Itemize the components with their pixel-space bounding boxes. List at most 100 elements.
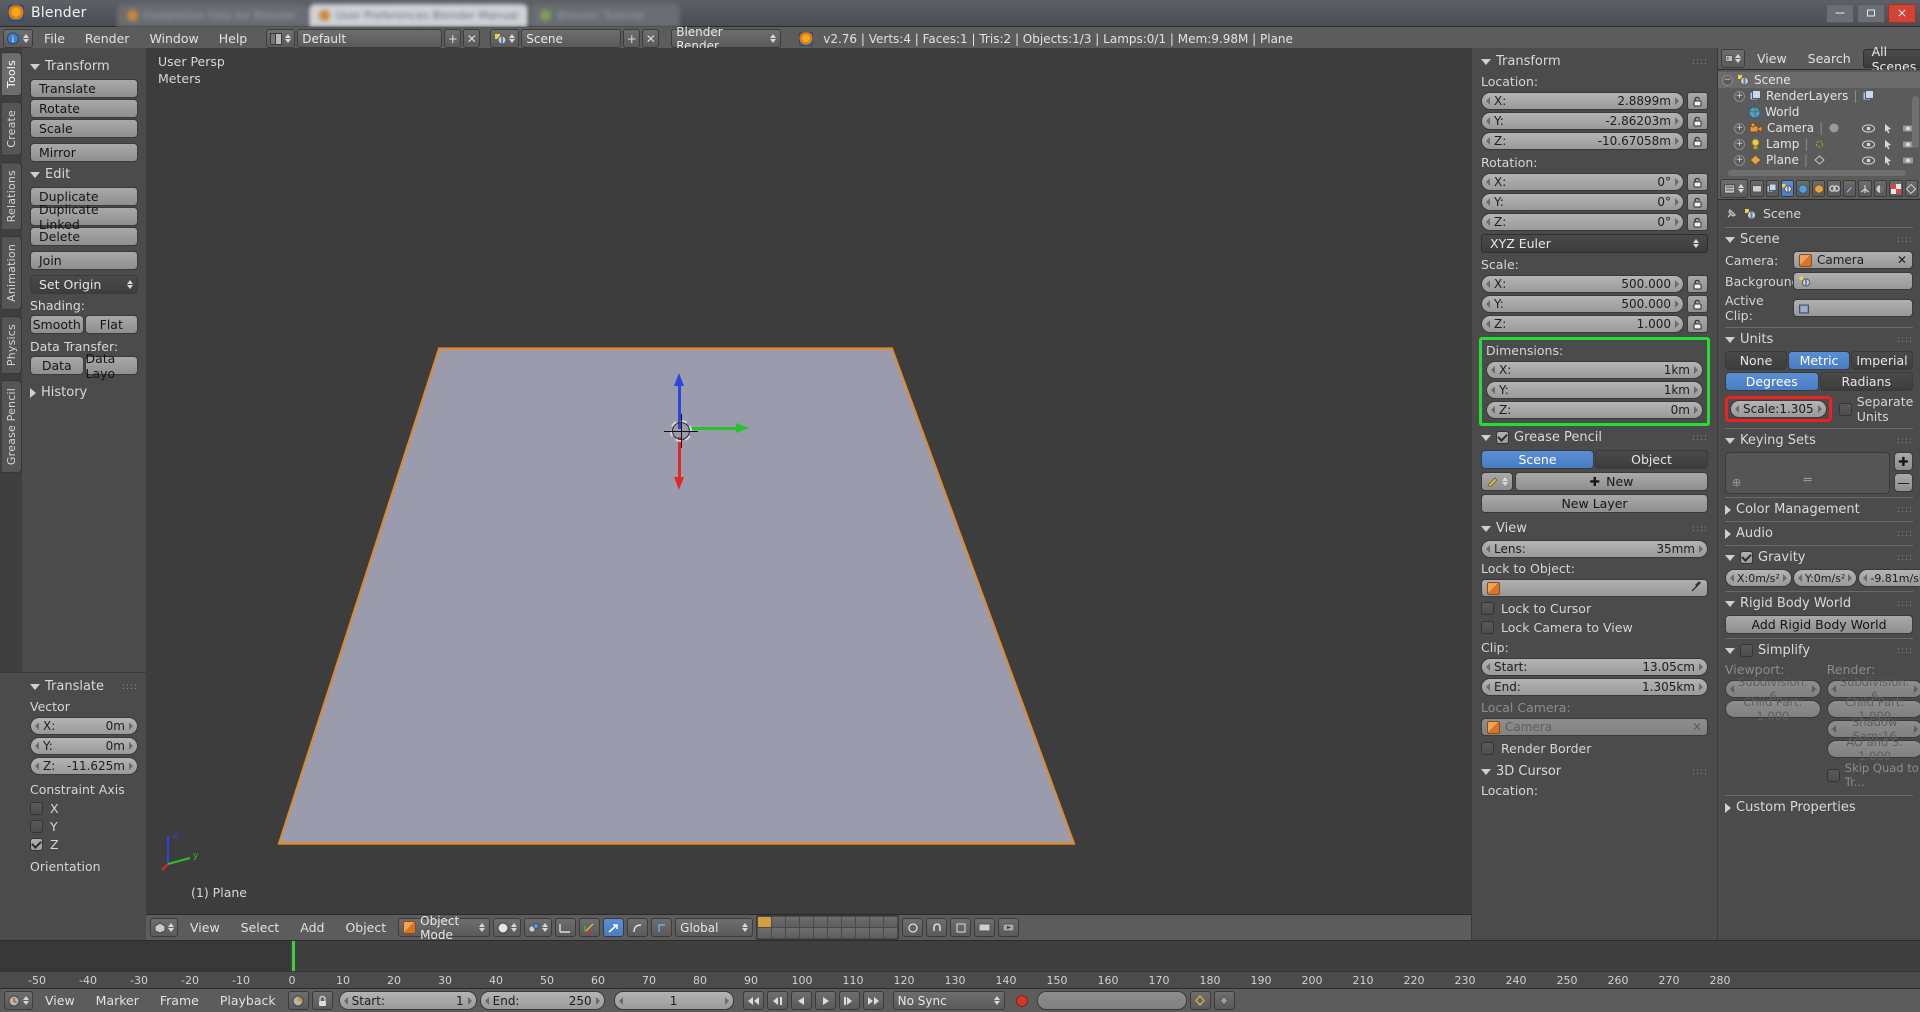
jump-to-start-button[interactable] (742, 991, 764, 1010)
simplify-render-ao-ss[interactable]: AO and S: 1.000 (1826, 735, 1920, 763)
rotation-x-field[interactable]: X: 0° (1481, 173, 1684, 191)
auto-keyframe-button[interactable] (1015, 994, 1028, 1007)
scene-background-field[interactable] (1793, 272, 1913, 290)
outliner-row-lamp[interactable]: + Lamp | (1718, 136, 1920, 152)
clear-local-camera-icon[interactable]: ✕ (1692, 720, 1702, 734)
history-panel-header[interactable]: History (30, 385, 138, 400)
gp-tab-object[interactable]: Object (1595, 450, 1708, 469)
constraint-axis-x-row[interactable]: X (30, 801, 138, 816)
constraint-axis-y-row[interactable]: Y (30, 819, 138, 834)
outliner-row-renderlayers[interactable]: + RenderLayers | (1718, 88, 1920, 104)
menu-file[interactable]: File (35, 29, 74, 48)
plane-object-mesh[interactable] (146, 48, 1471, 914)
delete-keyframe-button[interactable] (1213, 991, 1235, 1010)
custom-properties-panel-header[interactable]: Custom Properties (1725, 796, 1913, 819)
lock-time-to-other-windows-button[interactable] (311, 991, 333, 1010)
manipulator-y-arrow[interactable] (688, 423, 749, 433)
rotation-y-field[interactable]: Y: 0° (1481, 193, 1684, 211)
maximize-button[interactable] (1857, 3, 1885, 23)
scene-panel-header[interactable]: Scene :::: (1725, 228, 1913, 251)
manipulator-translate-button[interactable] (579, 918, 601, 937)
data-button[interactable]: Data (30, 356, 84, 375)
rotation-z-field[interactable]: Z: 0° (1481, 213, 1684, 231)
tool-tab-grease-pencil[interactable]: Grease Pencil (2, 380, 22, 474)
tool-tab-physics[interactable]: Physics (2, 316, 22, 375)
add-rigid-body-world-button[interactable]: Add Rigid Body World (1725, 615, 1913, 634)
manipulator-extra-button[interactable] (651, 918, 673, 937)
properties-tab-texture[interactable] (1889, 180, 1903, 197)
lock-scale-y-button[interactable] (1687, 295, 1708, 313)
gravity-panel-header[interactable]: Gravity :::: (1725, 546, 1913, 569)
lock-location-z-button[interactable] (1687, 132, 1708, 150)
keying-set-field[interactable] (1036, 991, 1187, 1010)
lock-location-x-button[interactable] (1687, 92, 1708, 110)
transform-orientation-selector[interactable]: Global (675, 918, 754, 937)
manipulator-rotate-button[interactable] (603, 918, 625, 937)
editor-type-selector-properties[interactable] (1720, 179, 1749, 198)
timeline-track[interactable] (0, 941, 1920, 971)
manipulator-scale-button[interactable] (627, 918, 649, 937)
keying-sets-panel-header[interactable]: Keying Sets :::: (1725, 429, 1913, 452)
play-button[interactable] (814, 991, 836, 1010)
frame-start-field[interactable]: Start: 1 (338, 991, 477, 1010)
scene-active-clip-field[interactable] (1793, 299, 1913, 317)
render-border-checkbox[interactable] (1481, 742, 1494, 755)
vector-y-field[interactable]: Y: 0m (30, 737, 138, 755)
grease-pencil-checkbox[interactable] (1496, 431, 1509, 444)
delete-screen-layout-button[interactable]: ✕ (463, 29, 481, 48)
grease-pencil-panel-header[interactable]: Grease Pencil :::: (1481, 430, 1708, 445)
screen-layout-field[interactable]: Default (297, 29, 443, 48)
clip-end-field[interactable]: End: 1.305km (1481, 678, 1708, 696)
pin-icon[interactable] (1725, 207, 1738, 220)
pivot-point-selector[interactable] (524, 918, 553, 937)
minimize-button[interactable] (1826, 3, 1854, 23)
timeline-menu-frame[interactable]: Frame (151, 991, 208, 1010)
clear-camera-icon[interactable]: ✕ (1897, 253, 1907, 267)
vector-x-field[interactable]: X: 0m (30, 717, 138, 735)
jump-to-next-keyframe-button[interactable] (838, 991, 860, 1010)
outliner-row-camera[interactable]: + Camera | (1718, 120, 1920, 136)
lock-rotation-x-button[interactable] (1687, 173, 1708, 191)
close-button[interactable] (1888, 3, 1916, 23)
3d-cursor-panel-header[interactable]: 3D Cursor :::: (1481, 764, 1708, 779)
data-layout-button[interactable]: Data Layo (84, 351, 138, 381)
view-panel-header[interactable]: View :::: (1481, 521, 1708, 536)
timeline-menu-marker[interactable]: Marker (87, 991, 148, 1010)
insert-keyframe-button[interactable] (1189, 991, 1211, 1010)
interaction-mode-selector[interactable]: Object Mode (398, 914, 491, 940)
render-camera-icon[interactable] (1902, 155, 1914, 165)
delete-scene-button[interactable]: ✕ (642, 29, 660, 48)
properties-tab-object[interactable] (1811, 180, 1826, 197)
unit-system-none[interactable]: None (1725, 351, 1787, 370)
viewport-menu-add[interactable]: Add (291, 918, 333, 937)
properties-tab-render-layers[interactable] (1765, 180, 1779, 197)
scale-y-field[interactable]: Y: 500.000 (1481, 295, 1684, 313)
lock-scale-x-button[interactable] (1687, 275, 1708, 293)
browser-tab[interactable]: User Preferences Blender Manual (308, 3, 529, 27)
gravity-z-field[interactable]: -9.81m/s² (1858, 569, 1920, 587)
skip-quad-checkbox[interactable] (1826, 768, 1840, 782)
location-y-field[interactable]: Y: -2.86203m (1481, 112, 1684, 130)
viewport-menu-select[interactable]: Select (232, 918, 289, 937)
expand-expander-icon[interactable]: + (1734, 138, 1745, 150)
cursor-arrow-icon[interactable] (1884, 123, 1893, 134)
simplify-viewport-child-part[interactable]: Child Part: 1.000 (1725, 695, 1821, 723)
editor-type-selector-info[interactable]: i (3, 29, 33, 48)
keying-sets-list[interactable]: ⊕ ═ (1725, 452, 1890, 494)
timeline-ruler[interactable]: -50 -40 -30 -20 -10 0 10 20 30 40 50 60 … (0, 971, 1920, 1012)
properties-tab-data[interactable] (1904, 180, 1919, 197)
separate-units-checkbox[interactable] (1838, 402, 1852, 416)
browser-tab[interactable]: Blender Tutorial (530, 3, 681, 27)
current-frame-field[interactable]: 1 (613, 991, 734, 1010)
frame-end-field[interactable]: End: 250 (479, 991, 605, 1010)
outliner-row-world[interactable]: World (1718, 104, 1920, 120)
snap-magnet-button[interactable] (926, 918, 948, 937)
gp-tab-scene[interactable]: Scene (1481, 450, 1594, 469)
play-reverse-button[interactable] (790, 991, 812, 1010)
scene-datablock-icon[interactable] (490, 29, 520, 48)
properties-tab-particles[interactable] (1858, 180, 1872, 197)
manipulator-toggle-button[interactable] (555, 918, 577, 937)
browser-tab[interactable]: Installation help for Blender (116, 3, 307, 27)
lock-location-y-button[interactable] (1687, 112, 1708, 130)
lock-to-cursor-row[interactable]: Lock to Cursor (1481, 601, 1708, 616)
